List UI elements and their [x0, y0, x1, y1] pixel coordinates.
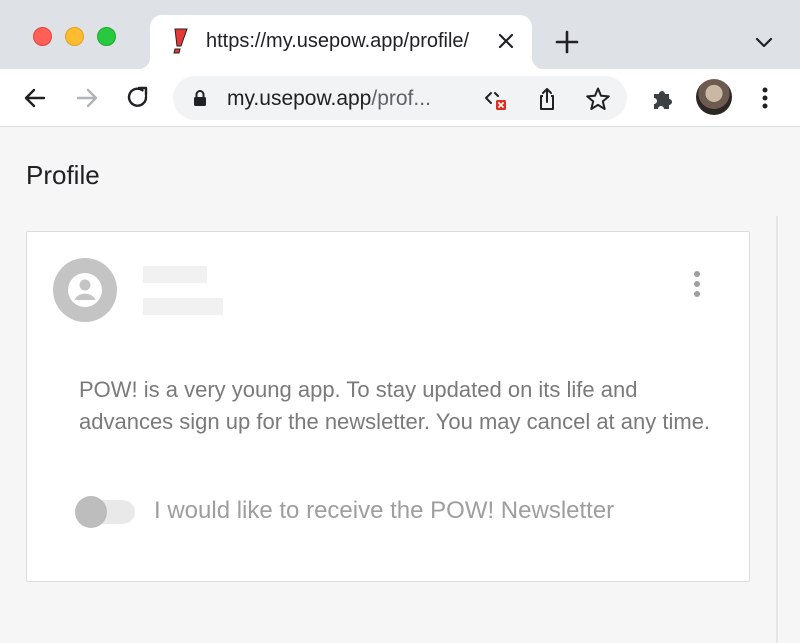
forward-arrow-icon[interactable] [73, 84, 101, 112]
url-host: my.usepow.app [227, 87, 372, 110]
email-placeholder [143, 298, 223, 315]
reload-icon[interactable] [124, 84, 152, 112]
back-arrow-icon[interactable] [21, 84, 49, 112]
code-blocked-icon[interactable] [483, 86, 509, 112]
newsletter-description: POW! is a very young app. To stay update… [79, 377, 711, 434]
tab-strip: https://my.usepow.app/profile/ [0, 0, 800, 69]
close-icon[interactable] [496, 31, 516, 51]
user-icon [68, 273, 102, 307]
user-avatar [53, 258, 117, 322]
star-icon[interactable] [585, 86, 611, 112]
browser-tab[interactable]: https://my.usepow.app/profile/ [138, 15, 544, 69]
pow-exclamation-icon [173, 28, 188, 54]
new-tab-plus-icon[interactable] [554, 29, 580, 55]
page-title: Profile [26, 160, 100, 190]
name-placeholder [143, 266, 207, 283]
puzzle-icon[interactable] [649, 84, 677, 112]
chevron-down-icon[interactable] [753, 33, 775, 51]
share-icon[interactable] [534, 86, 560, 112]
browser-toolbar: my.usepow.app/prof... [0, 69, 800, 127]
window-close-button[interactable] [33, 27, 52, 46]
address-bar[interactable]: my.usepow.app/prof... [173, 76, 627, 120]
more-options-icon[interactable] [693, 270, 701, 298]
profile-card: POW! is a very young app. To stay update… [26, 231, 750, 582]
scrollbar-track[interactable] [776, 216, 778, 643]
newsletter-toggle-knob[interactable] [75, 496, 107, 528]
url-text: my.usepow.app/prof... [227, 87, 431, 111]
kebab-menu-icon[interactable] [751, 84, 779, 112]
url-path: /prof... [371, 87, 431, 110]
tab-title: https://my.usepow.app/profile/ [206, 30, 470, 52]
newsletter-toggle-label[interactable]: I would like to receive the POW! Newslet… [154, 497, 614, 525]
window-zoom-button[interactable] [97, 27, 116, 46]
profile-avatar[interactable] [696, 79, 732, 115]
window-minimize-button[interactable] [65, 27, 84, 46]
lock-icon[interactable] [191, 89, 209, 107]
